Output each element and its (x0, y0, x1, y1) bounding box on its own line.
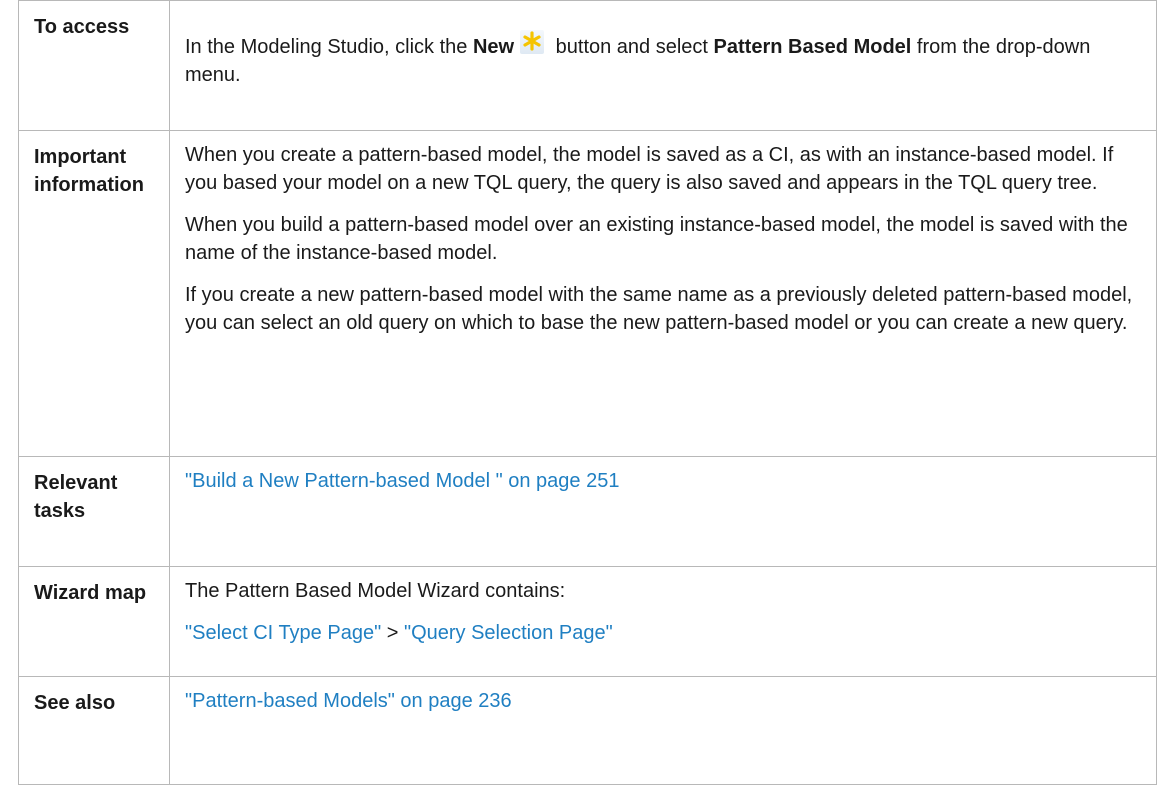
to-access-text-before: In the Modeling Studio, click the (185, 36, 473, 58)
to-access-text-middle: button and select (550, 36, 714, 58)
wizard-separator: > (381, 622, 404, 644)
content-relevant-tasks: "Build a New Pattern-based Model " on pa… (169, 456, 1157, 567)
new-label: New (472, 36, 515, 58)
label-important-information: Important information (18, 130, 170, 457)
wizard-intro: The Pattern Based Model Wizard contains: (185, 580, 566, 602)
important-paragraph-1: When you create a pattern-based model, t… (185, 144, 1114, 194)
label-to-access: To access (18, 0, 170, 131)
row-wizard-map: Wizard map The Pattern Based Model Wizar… (18, 566, 1157, 677)
row-to-access: To access In the Modeling Studio, click … (18, 0, 1157, 131)
to-access-text: In the Modeling Studio, click the New bu… (185, 30, 1142, 89)
row-relevant-tasks: Relevant tasks "Build a New Pattern-base… (18, 456, 1157, 567)
query-selection-page-link[interactable]: "Query Selection Page" (404, 622, 613, 644)
content-wizard-map: The Pattern Based Model Wizard contains:… (169, 566, 1157, 677)
select-ci-type-page-link[interactable]: "Select CI Type Page" (185, 622, 381, 644)
new-asterisk-icon (520, 30, 545, 54)
row-see-also: See also "Pattern-based Models" on page … (18, 676, 1157, 785)
wizard-steps: "Select CI Type Page" > "Query Selection… (185, 619, 1142, 647)
important-paragraph-2: When you build a pattern-based model ove… (185, 214, 1128, 264)
row-important-information: Important information When you create a … (18, 130, 1157, 457)
pattern-based-model-label: Pattern Based Model (713, 36, 912, 58)
content-important-information: When you create a pattern-based model, t… (169, 130, 1157, 457)
pattern-based-models-link[interactable]: "Pattern-based Models" on page 236 (185, 690, 512, 712)
important-paragraph-3: If you create a new pattern-based model … (185, 284, 1133, 334)
content-to-access: In the Modeling Studio, click the New bu… (169, 0, 1157, 131)
label-see-also: See also (18, 676, 170, 785)
content-see-also: "Pattern-based Models" on page 236 (169, 676, 1157, 785)
label-wizard-map: Wizard map (18, 566, 170, 677)
build-pattern-model-link[interactable]: "Build a New Pattern-based Model " on pa… (185, 470, 619, 492)
label-relevant-tasks: Relevant tasks (18, 456, 170, 567)
info-table: To access In the Modeling Studio, click … (18, 0, 1157, 785)
